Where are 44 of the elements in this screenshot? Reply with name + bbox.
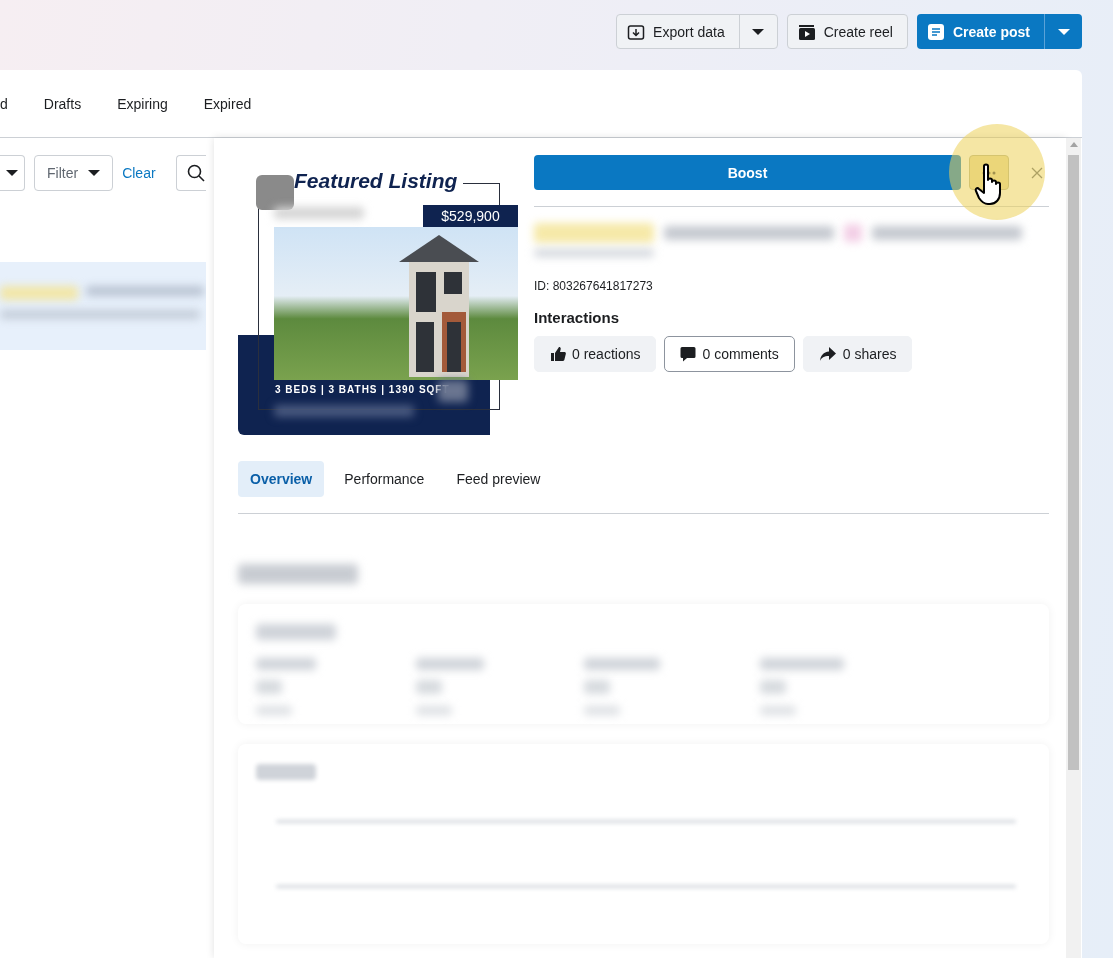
gallery-icon xyxy=(256,175,294,210)
interaction-button[interactable]: 0 shares xyxy=(802,336,913,372)
caret-icon xyxy=(752,27,765,36)
close-icon xyxy=(1031,166,1043,179)
status-tab[interactable]: Expired xyxy=(185,95,270,112)
blurred-text xyxy=(256,658,316,670)
interaction-button[interactable]: 0 reactions xyxy=(534,336,657,372)
section-heading: Interactions xyxy=(534,309,621,326)
tab[interactable]: Performance xyxy=(332,461,437,497)
speech-bubble-icon xyxy=(680,346,697,362)
filter-button[interactable]: Filter xyxy=(34,155,114,191)
search-button[interactable] xyxy=(175,155,206,191)
status-tab[interactable]: d xyxy=(0,95,26,112)
status-tab[interactable]: Expiring xyxy=(99,95,186,112)
thumbs-up-icon xyxy=(550,346,566,362)
download-icon xyxy=(627,22,646,41)
search-icon xyxy=(186,164,205,182)
dropdown-button[interactable] xyxy=(0,155,25,191)
clear-link[interactable]: Clear xyxy=(122,165,156,181)
blurred-text xyxy=(256,764,316,780)
caret-icon xyxy=(88,169,101,177)
blurred-text xyxy=(760,680,786,694)
blurred-text xyxy=(256,680,282,694)
blurred-text xyxy=(416,658,484,670)
tab[interactable]: Feed preview xyxy=(444,461,553,497)
action-button[interactable]: Create reel xyxy=(787,15,907,48)
listing-specs: 3 BEDS | 3 BATHS | 1390 SQFT xyxy=(275,384,450,395)
scrollbar[interactable] xyxy=(1066,138,1081,958)
price-tag: $529,900 xyxy=(423,205,518,227)
boost-button[interactable]: Boost xyxy=(534,155,961,190)
interaction-button[interactable]: 0 comments xyxy=(664,336,795,372)
blurred-text xyxy=(584,680,610,694)
blurred-icon xyxy=(844,224,862,242)
post-id: ID: 803267641817273 xyxy=(534,279,654,293)
scroll-up-arrow-icon xyxy=(1069,142,1078,147)
caret-icon xyxy=(1057,27,1070,36)
tab[interactable]: Overview xyxy=(238,461,325,497)
post-icon xyxy=(926,22,945,41)
share-arrow-icon xyxy=(818,346,837,362)
caret-icon xyxy=(6,169,18,177)
scrollbar-thumb[interactable] xyxy=(1068,155,1079,770)
clapperboard-icon xyxy=(797,22,816,41)
status-tab[interactable]: Drafts xyxy=(25,95,100,112)
blurred-text xyxy=(416,680,442,694)
